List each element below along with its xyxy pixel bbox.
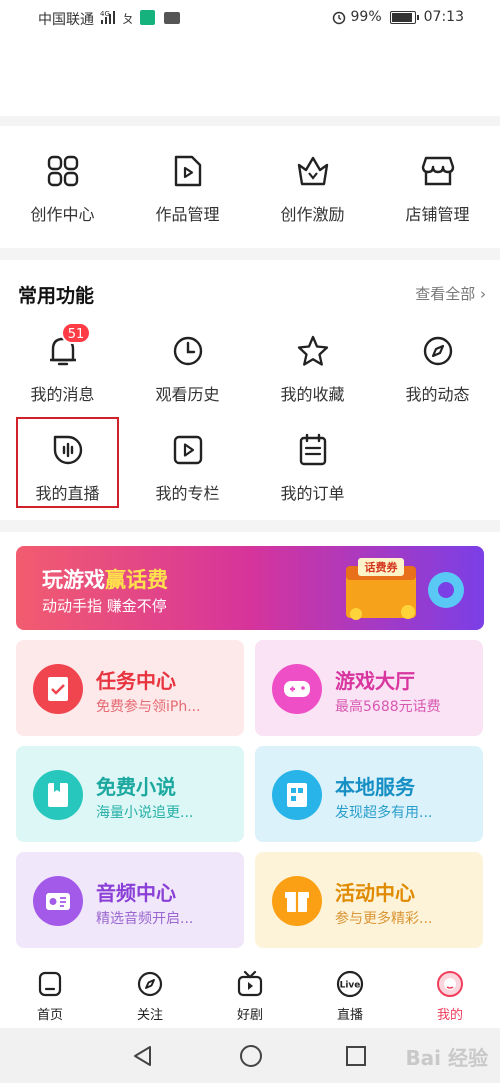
function-label: 我的专栏	[155, 484, 220, 503]
separator	[0, 116, 500, 126]
compass-icon	[137, 971, 163, 997]
function-label: 我的动态	[405, 385, 470, 404]
svg-text:ㄆ: ㄆ	[122, 12, 134, 26]
recent-apps-icon[interactable]	[345, 1045, 367, 1067]
building-icon	[272, 770, 322, 820]
task-center-card[interactable]: 任务中心 免费参与领iPh...	[16, 640, 244, 736]
card-title: 游戏大厅	[335, 669, 415, 693]
compass-icon	[423, 336, 452, 366]
clock-icon	[173, 336, 202, 366]
game-promo-banner[interactable]: 玩游戏赢话费 动动手指 赚金不停 话费券	[16, 546, 484, 630]
section-title: 常用功能	[18, 285, 95, 307]
card-title: 免费小说	[96, 775, 176, 799]
tab-label: 直播	[336, 1008, 363, 1023]
shop-manage-button[interactable]: 店铺管理	[375, 153, 500, 225]
card-subtitle: 参与更多精彩...	[335, 911, 433, 927]
activity-center-card[interactable]: 活动中心 参与更多精彩...	[255, 852, 483, 948]
order-icon	[299, 433, 326, 466]
function-label: 我的收藏	[280, 385, 345, 404]
ring-decoration-icon	[428, 572, 464, 608]
alarm-icon	[332, 11, 345, 25]
creator-incentive-button[interactable]: 创作激励	[250, 153, 375, 225]
task-icon	[33, 664, 83, 714]
creator-label: 店铺管理	[405, 205, 470, 224]
my-dynamics-button[interactable]: 我的动态	[375, 333, 500, 405]
treasure-chest-icon: 话费券	[346, 558, 416, 620]
profile-icon	[437, 971, 463, 997]
tab-live[interactable]: Live 直播	[320, 970, 380, 1023]
bottom-tab-bar: 首页 关注 好剧 Live 直播 我的	[0, 962, 500, 1028]
my-orders-button[interactable]: 我的订单	[250, 432, 375, 504]
tab-label: 关注	[136, 1008, 163, 1023]
home-circle-icon[interactable]	[239, 1044, 263, 1068]
svg-text:话费券: 话费券	[365, 560, 399, 574]
book-icon	[33, 770, 83, 820]
card-subtitle: 发现超多有用...	[335, 805, 433, 821]
tab-label: 首页	[36, 1008, 63, 1023]
gift-icon	[272, 876, 322, 926]
status-right: 99% 07:13	[331, 9, 464, 25]
see-all-link[interactable]: 查看全部 ›	[415, 283, 486, 304]
tab-follow[interactable]: 关注	[120, 970, 180, 1023]
watch-history-button[interactable]: 观看历史	[125, 333, 250, 405]
play-square-icon	[173, 435, 202, 465]
tab-home[interactable]: 首页	[20, 970, 80, 1023]
star-icon	[297, 335, 328, 366]
card-subtitle: 免费参与领iPh...	[96, 699, 201, 715]
card-title: 任务中心	[96, 669, 176, 693]
function-label: 我的消息	[30, 385, 95, 404]
game-hall-card[interactable]: 游戏大厅 最高5688元话费	[255, 640, 483, 736]
tab-mine[interactable]: 我的	[420, 970, 480, 1023]
my-column-button[interactable]: 我的专栏	[125, 432, 250, 504]
carrier-name: 中国联通	[38, 12, 94, 28]
free-novel-card[interactable]: 免费小说 海量小说追更...	[16, 746, 244, 842]
card-subtitle: 海量小说追更...	[96, 805, 194, 821]
creator-center-button[interactable]: 创作中心	[0, 153, 125, 225]
banner-subtitle: 动动手指 赚金不停	[42, 597, 167, 615]
banner-title: 玩游戏赢话费	[42, 568, 168, 592]
shop-icon	[421, 156, 454, 186]
tab-label: 我的	[436, 1008, 463, 1023]
battery-icon	[389, 10, 419, 24]
status-bar: 中国联通 4G ㄆ 99% 07:13	[0, 0, 500, 36]
unread-badge: 51	[61, 322, 91, 344]
audio-center-card[interactable]: 音频中心 精选音频开启...	[16, 852, 244, 948]
video-file-icon	[174, 155, 201, 187]
watermark: Bai 经验	[405, 1046, 488, 1070]
gamepad-icon	[272, 664, 322, 714]
live-badge-icon: Live	[336, 970, 364, 998]
back-icon[interactable]	[132, 1045, 154, 1067]
creator-label: 创作中心	[30, 205, 95, 224]
signal-icon: 4G ㄆ	[100, 8, 210, 32]
svg-text:Live: Live	[340, 981, 361, 991]
card-subtitle: 精选音频开启...	[96, 911, 194, 927]
creator-label: 创作激励	[280, 205, 345, 224]
battery-percent: 99%	[350, 9, 382, 25]
separator	[0, 248, 500, 260]
tab-label: 好剧	[236, 1008, 263, 1023]
card-title: 本地服务	[335, 775, 415, 799]
radio-icon	[33, 876, 83, 926]
function-label: 我的订单	[280, 484, 345, 503]
grid-icon	[47, 155, 78, 187]
clock-time: 07:13	[423, 9, 464, 25]
creator-label: 作品管理	[155, 205, 220, 224]
tv-icon	[237, 970, 263, 997]
home-icon	[38, 971, 62, 997]
my-favorites-button[interactable]: 我的收藏	[250, 333, 375, 405]
separator	[0, 520, 500, 532]
my-messages-button[interactable]: 我的消息	[0, 333, 125, 405]
card-subtitle: 最高5688元话费	[335, 699, 441, 715]
local-service-card[interactable]: 本地服务 发现超多有用...	[255, 746, 483, 842]
tab-drama[interactable]: 好剧	[220, 970, 280, 1023]
card-title: 活动中心	[335, 881, 415, 905]
works-manage-button[interactable]: 作品管理	[125, 153, 250, 225]
svg-text:4G: 4G	[100, 10, 110, 18]
crown-icon	[297, 156, 328, 186]
function-label: 观看历史	[155, 385, 220, 404]
highlight-box	[16, 417, 119, 508]
card-title: 音频中心	[96, 881, 176, 905]
system-nav-bar: Bai 经验	[0, 1028, 500, 1083]
